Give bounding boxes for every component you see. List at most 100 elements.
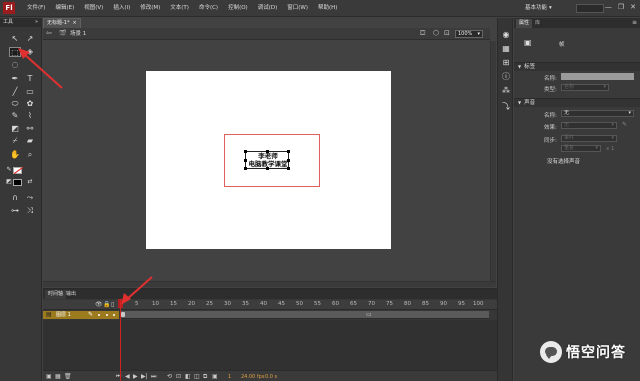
outline-dot[interactable] [113,314,115,316]
workspace-switcher[interactable]: 基本功能 ▾ [525,4,552,13]
layer-name[interactable]: 图层 1 [56,311,71,319]
edit-symbol-icon[interactable]: ⬡ [433,29,439,37]
eye-icon[interactable]: ◉ [501,30,511,40]
menu-text[interactable]: 文本(T) [165,0,194,17]
menu-debug[interactable]: 调试(D) [253,0,283,17]
onion-markers-icon[interactable]: ▣ [212,373,218,380]
repeat-select[interactable]: 重复 ▾ [561,145,601,152]
pen-tool-icon[interactable]: ✒ [9,74,21,84]
tab-properties[interactable]: 属性 [516,19,533,28]
step-back-icon[interactable]: ◀ [125,373,130,380]
visibility-dot[interactable] [98,314,100,316]
keyframe[interactable] [121,312,125,317]
oval-tool-icon[interactable]: ⬭ [9,99,21,109]
edit-pencil-icon[interactable]: ✎ [622,121,627,128]
document-tab[interactable]: 无标题-1* × [43,18,81,28]
eraser-tool-icon[interactable]: ▰ [24,136,36,146]
show-hide-icon[interactable]: 👁 [95,301,103,308]
play-icon[interactable]: ▶ [133,373,138,380]
motion-presets-icon[interactable]: ⤵ [501,102,511,112]
stroke-color-swatch[interactable] [13,167,22,174]
straighten-icon[interactable]: ⊶ [9,206,21,216]
loop-icon[interactable]: ⟲ [167,373,172,380]
smooth-icon[interactable]: ⤳ [24,193,36,203]
transform-handle[interactable] [287,159,290,162]
sync-select[interactable]: 事件 ▾ [561,135,617,142]
menu-window[interactable]: 窗口(W) [282,0,313,17]
frames-row[interactable]: ▭ [120,311,489,319]
snap-magnet-icon[interactable]: ∩ [9,193,21,203]
minimize-button[interactable]: — [605,3,612,12]
line-tool-icon[interactable]: ╱ [9,87,21,97]
free-transform-tool-icon[interactable]: ⬚ [9,47,21,57]
zoom-select[interactable]: 100% ▾ [455,30,483,38]
sound-name-select[interactable]: 无 ▾ [561,110,634,117]
menu-control[interactable]: 控制(O) [223,0,253,17]
center-frame-icon[interactable]: ⊡ [176,373,181,380]
collapse-icon[interactable]: » [35,18,38,27]
text-tool-icon[interactable]: T [24,74,36,84]
eyedropper-tool-icon[interactable]: ⌿ [9,136,21,146]
effect-select[interactable]: 无 ▾ [561,122,617,129]
transform-panel-icon[interactable]: ⁂ [501,86,511,96]
back-arrow-icon[interactable]: ⇦ [46,29,52,37]
close-tab-icon[interactable]: × [73,20,77,26]
go-end-icon[interactable]: ⏭ [151,373,156,381]
pencil-tool-icon[interactable]: ✎ [9,111,21,121]
clip-icon[interactable]: ⊡ [444,29,450,37]
menu-commands[interactable]: 命令(C) [194,0,223,17]
selection-tool-icon[interactable]: ↖ [9,34,21,44]
horizontal-scrollbar[interactable] [43,281,496,287]
subselection-tool-icon[interactable]: ↗ [24,34,36,44]
transform-handle[interactable] [244,167,247,170]
type-select[interactable]: 名称 ▾ [561,84,609,91]
rectangle-tool-icon[interactable]: ▭ [24,87,36,97]
menu-file[interactable]: 文件(F) [22,0,50,17]
new-layer-icon[interactable]: ▣ [46,373,52,380]
align-panel-icon[interactable]: ⊞ [501,58,511,68]
label-section-header[interactable]: ▼ 标签 [514,62,640,71]
repeat-count[interactable]: x 1 [606,146,615,152]
edit-scene-icon[interactable]: ⛋ [420,29,425,38]
menu-modify[interactable]: 修改(M) [135,0,165,17]
sound-section-header[interactable]: ▼ 声音 [514,98,640,107]
deco-tool-icon[interactable]: ✿ [24,99,36,109]
bone-tool-icon[interactable]: ⚯ [24,124,36,134]
new-folder-icon[interactable]: ▦ [55,373,61,380]
search-input[interactable] [576,4,604,13]
step-forward-icon[interactable]: ▶| [141,373,148,380]
outline-icon[interactable]: ▯ [111,301,114,308]
text-object[interactable]: 李老师 电脑教学课堂 [244,150,290,170]
menu-edit[interactable]: 编辑(E) [50,0,79,17]
vertical-scrollbar[interactable] [490,41,496,281]
transform-handle[interactable] [266,167,269,170]
lock-icon[interactable]: 🔒 [103,301,110,308]
transform-handle[interactable] [266,150,269,153]
tab-library[interactable]: 库 [532,19,543,28]
restore-button[interactable]: ❐ [618,3,624,12]
brush-tool-icon[interactable]: ⌇ [24,111,36,121]
onion-outline-icon[interactable]: ◫ [194,373,200,380]
hand-tool-icon[interactable]: ✋ [9,150,21,160]
panel-menu-icon[interactable]: ≡ [632,18,637,28]
fill-color-swatch[interactable] [13,179,22,186]
layer-row[interactable]: ▤ 图层 1 ✎ [43,311,119,319]
menu-insert[interactable]: 插入(I) [108,0,135,17]
info-icon[interactable]: ⓘ [501,72,511,82]
lock-dot[interactable] [106,314,108,316]
transform-handle[interactable] [287,150,290,153]
delete-layer-icon[interactable]: 🗑 [64,373,72,380]
menu-view[interactable]: 视图(V) [79,0,108,17]
transform-option-icon[interactable]: ⤨ [24,206,36,216]
tab-output[interactable]: 输出 [63,290,79,299]
edit-multiple-icon[interactable]: ⧉ [203,373,207,381]
paint-bucket-tool-icon[interactable]: ◩ [9,124,21,134]
3d-rotation-tool-icon[interactable]: ◈ [24,47,36,57]
lasso-tool-icon[interactable]: ◌ [9,60,21,70]
zoom-tool-icon[interactable]: ⌕ [24,150,36,160]
frame-name-input[interactable] [561,73,634,80]
menu-help[interactable]: 帮助(H) [313,0,342,17]
color-panel-icon[interactable]: ▦ [501,44,511,54]
transform-handle[interactable] [244,150,247,153]
onion-skin-icon[interactable]: ◧ [185,373,191,380]
